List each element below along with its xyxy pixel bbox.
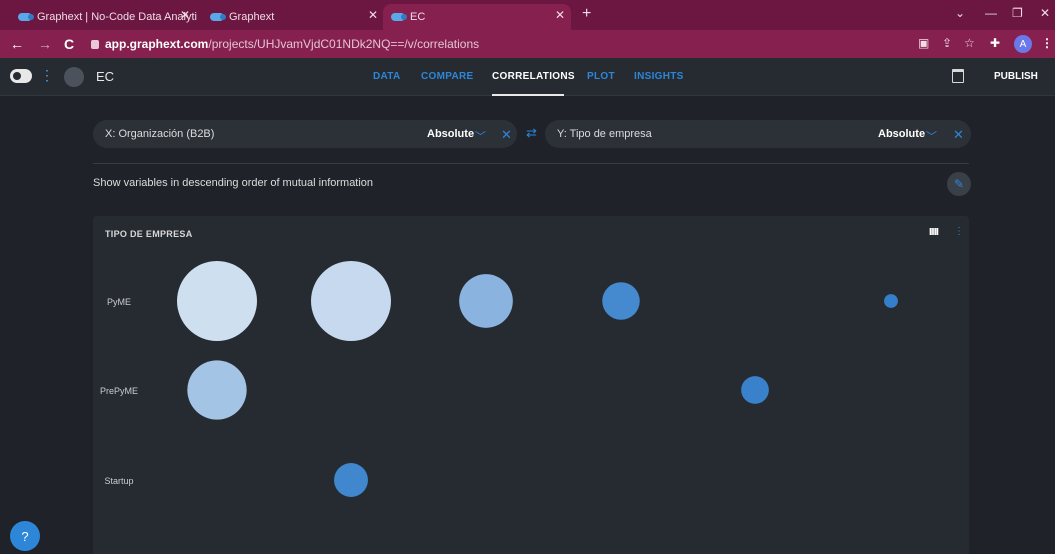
swap-axes-icon[interactable]: ⇄ [526,125,537,141]
browser-menu-icon[interactable]: ⋮ [1041,36,1053,50]
lock-icon [91,39,99,49]
close-tab-icon[interactable]: ✕ [180,8,190,22]
minimize-icon[interactable]: — [985,6,997,20]
correlation-chart-panel: TIPO DE EMPRESA IIIII ⋮ PyME PrePyME Start… [93,216,969,554]
clear-y-icon[interactable]: ✕ [953,127,964,143]
divider [93,163,969,164]
chevron-down-icon[interactable]: ﹀ [926,128,937,144]
y-tick-label: Startup [104,476,133,486]
graphext-favicon-icon [210,13,226,21]
bubble-point[interactable] [884,294,898,308]
browser-tab-ec[interactable]: EC [383,4,571,30]
browser-tab-strip: Graphext | No-Code Data Analyti ✕ Graphe… [0,0,1055,30]
chevron-down-icon[interactable]: ﹀ [475,128,486,144]
tab-search-icon[interactable]: ⌄ [955,6,965,20]
restore-icon[interactable]: ❐ [1012,6,1023,20]
user-avatar[interactable] [64,67,84,87]
extensions-icon[interactable]: ✚ [990,36,1000,50]
tab-correlations[interactable]: CORRELATIONS [492,71,575,82]
app-menu-dots-icon[interactable]: ⋮ [40,67,54,84]
clear-x-icon[interactable]: ✕ [501,127,512,143]
close-tab-icon[interactable]: ✕ [368,8,378,22]
new-tab-icon[interactable]: + [582,5,591,23]
y-variable-label: Y: Tipo de empresa [557,128,652,140]
bubble-point[interactable] [602,282,640,320]
tab-compare[interactable]: COMPARE [421,71,473,82]
trash-icon[interactable] [952,69,964,83]
tab-data[interactable]: DATA [373,71,401,82]
x-mode-select[interactable]: Absolute [427,128,474,140]
y-tick-label: PyME [107,297,131,307]
app-header: ⋮ EC DATA COMPARE CORRELATIONS PLOT INSI… [0,58,1055,96]
help-button[interactable]: ? [10,521,40,551]
publish-button[interactable]: PUBLISH [994,71,1038,82]
graphext-favicon-icon [18,13,34,21]
browser-tab-label: EC [410,11,426,23]
y-tick-label: PrePyME [100,386,138,396]
bookmark-star-icon[interactable]: ☆ [964,36,975,50]
browser-tab-label: Graphext | No-Code Data Analyti [37,11,197,23]
tab-plot[interactable]: PLOT [587,71,615,82]
graphext-logo-icon[interactable] [10,69,32,83]
browser-tab-graphext[interactable]: Graphext [210,4,274,30]
graphext-favicon-icon [391,13,407,21]
active-tab-indicator [492,94,564,96]
browser-tab-graphext-home[interactable]: Graphext | No-Code Data Analyti [18,4,197,30]
bubble-point[interactable] [187,360,247,420]
browser-toolbar: ← → C app.graphext.com /projects/UHJvamV… [0,30,1055,58]
address-bar[interactable]: app.graphext.com /projects/UHJvamVjdC01N… [85,34,995,54]
profile-avatar[interactable]: A [1014,35,1032,53]
close-window-icon[interactable]: ✕ [1040,6,1050,20]
browser-tab-label: Graphext [229,11,275,23]
x-variable-label: X: Organización (B2B) [105,128,215,140]
bubble-point[interactable] [177,261,257,341]
url-host: app.graphext.com [105,37,209,51]
bubble-chart: PyME PrePyME Startup [100,261,898,497]
y-mode-select[interactable]: Absolute [878,128,925,140]
y-variable-select[interactable]: Y: Tipo de empresa Absolute ﹀ ✕ [545,120,971,148]
forward-arrow-icon[interactable]: → [38,36,52,52]
pin-icon[interactable]: ✎ [947,172,971,196]
back-arrow-icon[interactable]: ← [10,36,24,52]
reload-icon[interactable]: C [64,36,74,52]
bubble-point[interactable] [459,274,513,328]
project-title: EC [96,69,115,84]
translate-icon[interactable]: ▣ [918,36,929,50]
bubble-point[interactable] [741,376,769,404]
tab-insights[interactable]: INSIGHTS [634,71,684,82]
close-tab-icon[interactable]: ✕ [555,8,565,22]
x-variable-select[interactable]: X: Organización (B2B) Absolute ﹀ ✕ [93,120,517,148]
bubble-point[interactable] [334,463,368,497]
bubble-point[interactable] [311,261,391,341]
share-icon[interactable]: ⇪ [942,36,952,50]
sort-description: Show variables in descending order of mu… [93,177,374,189]
url-path: /projects/UHJvamVjdC01NDk2NQ==/v/correla… [208,37,480,51]
